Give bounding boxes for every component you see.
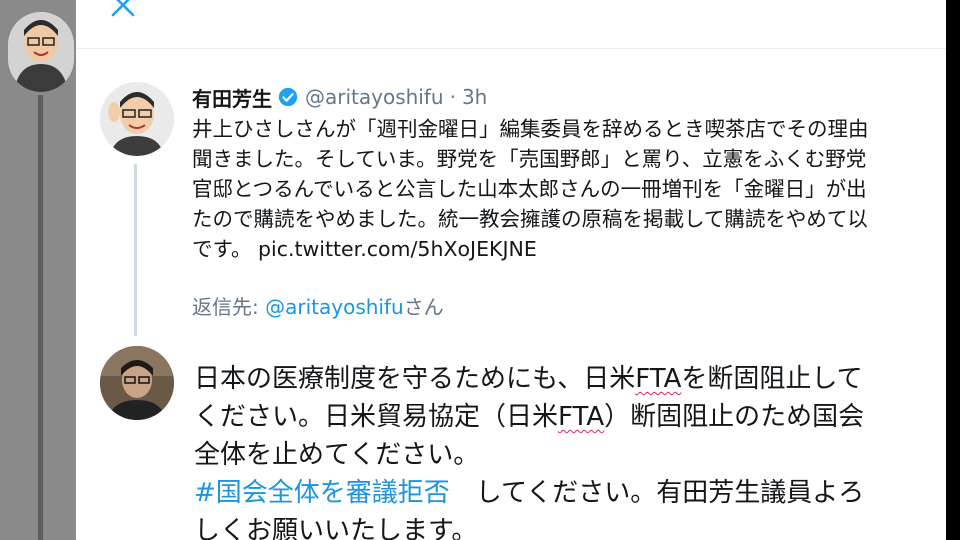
compose-line: #国会全体を審議拒否 してください。有田芳生議員よろ bbox=[194, 474, 946, 512]
compose-line: 全体を止めてください。 bbox=[194, 440, 480, 470]
thread-connector bbox=[134, 164, 137, 336]
compose-text: ）断固阻止のため国会 bbox=[604, 402, 865, 432]
compose-text: してください。有田芳生議員よろ bbox=[449, 478, 865, 508]
right-edge bbox=[946, 0, 960, 540]
modal-header bbox=[76, 0, 946, 49]
tweet-time[interactable]: 3h bbox=[462, 85, 487, 109]
tweet-line-prefix: です。 bbox=[192, 237, 252, 261]
tweet-line: です。 pic.twitter.com/5hXoJEKJNE bbox=[192, 234, 946, 264]
reply-mention[interactable]: @aritayoshifu bbox=[265, 295, 404, 319]
misspelled-word: FTA bbox=[558, 402, 605, 432]
misspelled-word: FTA bbox=[635, 364, 682, 394]
reply-suffix: さん bbox=[403, 295, 444, 319]
background-avatar bbox=[8, 12, 74, 92]
tweet-header: 有田芳生 @aritayoshifu · 3h bbox=[192, 82, 487, 112]
tweet-line: 井上ひさしさんが「週刊金曜日」編集委員を辞めるとき喫茶店でその理由 bbox=[192, 117, 869, 141]
compose-text: を断固阻止して bbox=[681, 364, 863, 394]
verified-badge-icon bbox=[278, 87, 298, 107]
hashtag[interactable]: #国会全体を審議拒否 bbox=[194, 478, 450, 508]
background-timeline bbox=[0, 0, 76, 540]
close-button[interactable] bbox=[106, 0, 140, 22]
compose-line: 日本の医療制度を守るためにも、日米FTAを断固阻止して bbox=[194, 360, 946, 398]
author-name[interactable]: 有田芳生 bbox=[192, 83, 272, 112]
close-icon bbox=[111, 0, 135, 17]
background-thread-line bbox=[38, 95, 43, 540]
compose-text: ください。日米貿易協定（日米 bbox=[194, 402, 559, 432]
tweet-line: 聞きました。そしていま。野党を「売国野郎」と罵り、立憲をふくむ野党 bbox=[192, 147, 867, 171]
reply-modal: 有田芳生 @aritayoshifu · 3h 井上ひさしさんが「週刊金曜日」編… bbox=[76, 0, 946, 540]
tweet-line: たので購読をやめました。統一教会擁護の原稿を掲載して購読をやめて以 bbox=[192, 207, 868, 231]
separator-dot: · bbox=[449, 85, 456, 109]
compose-text: 日本の医療制度を守るためにも、日米 bbox=[194, 364, 636, 394]
tweet-line: 官邸とつるんでいると公言した山本太郎さんの一冊増刊を「金曜日」が出 bbox=[192, 177, 867, 201]
reply-prefix: 返信先: bbox=[192, 295, 266, 319]
author-handle[interactable]: @aritayoshifu bbox=[305, 85, 444, 109]
current-user-avatar bbox=[100, 346, 174, 420]
tweet-body: 井上ひさしさんが「週刊金曜日」編集委員を辞めるとき喫茶店でその理由 聞きました。… bbox=[192, 114, 946, 264]
compose-line: ください。日米貿易協定（日米FTA）断固阻止のため国会 bbox=[194, 398, 946, 436]
compose-line: しくお願いいたします。 bbox=[194, 516, 478, 540]
reply-compose-textbox[interactable]: 日本の医療制度を守るためにも、日米FTAを断固阻止して ください。日米貿易協定（… bbox=[194, 360, 946, 540]
author-avatar[interactable] bbox=[100, 82, 174, 156]
pic-link[interactable]: pic.twitter.com/5hXoJEKJNE bbox=[258, 237, 537, 261]
replying-to: 返信先: @aritayoshifuさん bbox=[192, 291, 444, 320]
